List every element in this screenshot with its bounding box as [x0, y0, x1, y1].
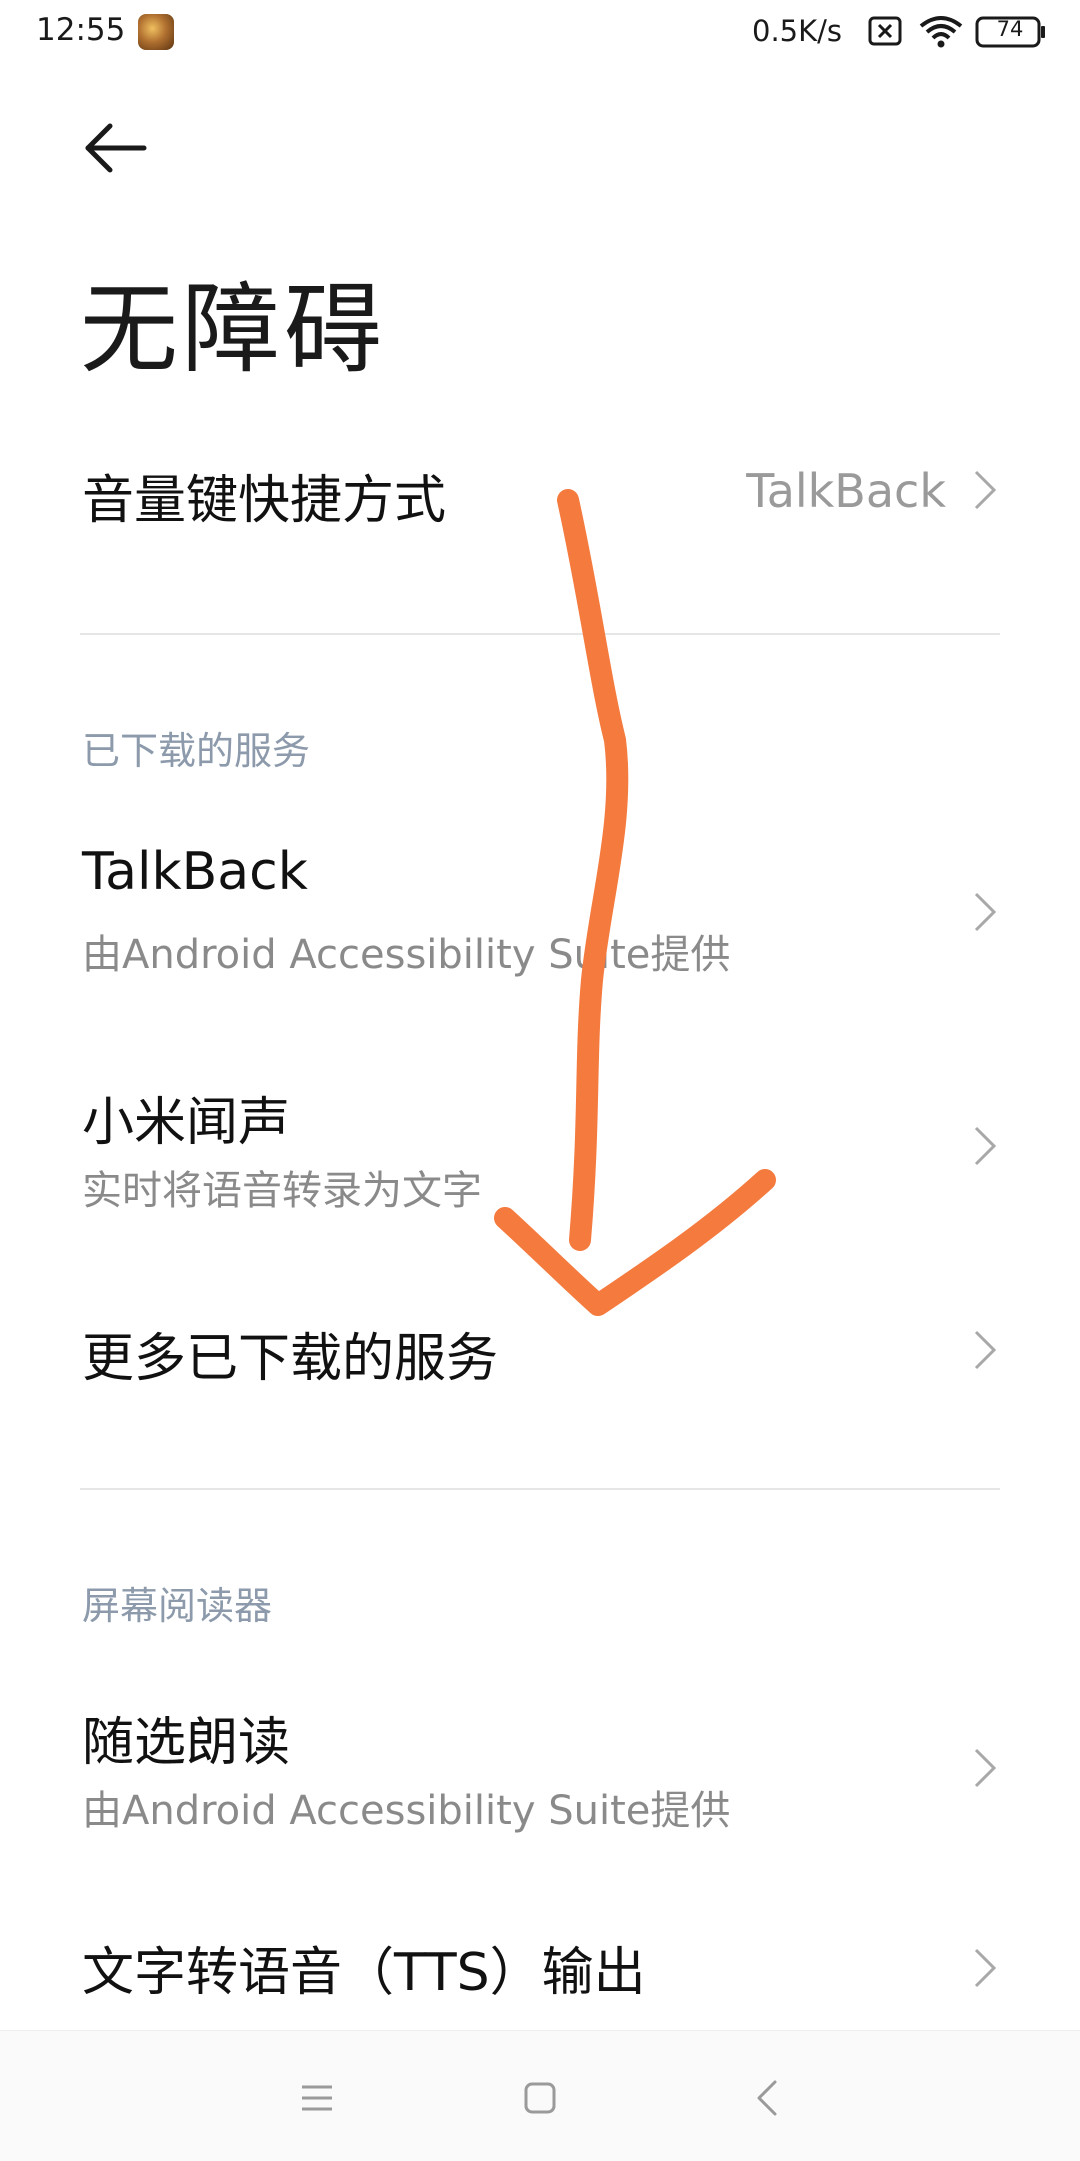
service-subtitle: 由Android Accessibility Suite提供 — [82, 932, 731, 978]
arrow-left-icon[interactable] — [80, 118, 152, 178]
chevron-right-icon — [974, 1330, 997, 1370]
chevron-right-icon — [974, 1748, 997, 1788]
service-item-talkback[interactable]: TalkBack 由Android Accessibility Suite提供 — [0, 830, 1080, 990]
wifi-icon — [919, 16, 963, 48]
divider — [80, 633, 1000, 635]
screen-reader-subtitle: 由Android Accessibility Suite提供 — [82, 1788, 731, 1834]
sim-disabled-icon — [868, 16, 902, 46]
status-bar: 12:55 0.5K/s 74 — [0, 0, 1080, 70]
screen-reader-item-select-to-speak[interactable]: 随选朗读 由Android Accessibility Suite提供 — [0, 1686, 1080, 1846]
chevron-right-icon — [974, 1126, 997, 1166]
page-title: 无障碍 — [80, 273, 387, 387]
more-downloaded-services-label: 更多已下载的服务 — [82, 1329, 499, 1389]
chevron-right-icon — [974, 1948, 997, 1988]
chevron-right-icon — [974, 470, 997, 510]
menu-icon[interactable] — [300, 2083, 334, 2113]
service-item-xiaomi-wensheng[interactable]: 小米闻声 实时将语音转录为文字 — [0, 1064, 1080, 1224]
service-subtitle: 实时将语音转录为文字 — [82, 1168, 482, 1214]
battery-level: 74 — [996, 17, 1024, 41]
screen-reader-title: 随选朗读 — [82, 1713, 291, 1773]
navigation-bar — [0, 2030, 1080, 2161]
section-header-screen-reader: 屏幕阅读器 — [82, 1584, 273, 1628]
service-title: 小米闻声 — [82, 1093, 291, 1153]
more-downloaded-services-row[interactable]: 更多已下载的服务 — [0, 1300, 1080, 1400]
screen-reader-title: 文字转语音（TTS）输出 — [82, 1943, 646, 2003]
network-speed: 0.5K/s — [752, 14, 843, 48]
section-header-downloaded: 已下载的服务 — [82, 729, 311, 773]
divider — [80, 1488, 1000, 1490]
status-time: 12:55 — [36, 12, 126, 48]
nav-back-icon[interactable] — [755, 2079, 779, 2117]
volume-shortcut-row[interactable]: 音量键快捷方式 TalkBack — [0, 440, 1080, 540]
home-square-icon[interactable] — [523, 2081, 557, 2115]
app-notification-icon — [138, 14, 174, 50]
chevron-right-icon — [974, 892, 997, 932]
volume-shortcut-value: TalkBack — [746, 464, 946, 518]
volume-shortcut-label: 音量键快捷方式 — [82, 471, 447, 531]
screen-reader-item-tts-output[interactable]: 文字转语音（TTS）输出 — [0, 1920, 1080, 2020]
service-title: TalkBack — [82, 842, 308, 902]
